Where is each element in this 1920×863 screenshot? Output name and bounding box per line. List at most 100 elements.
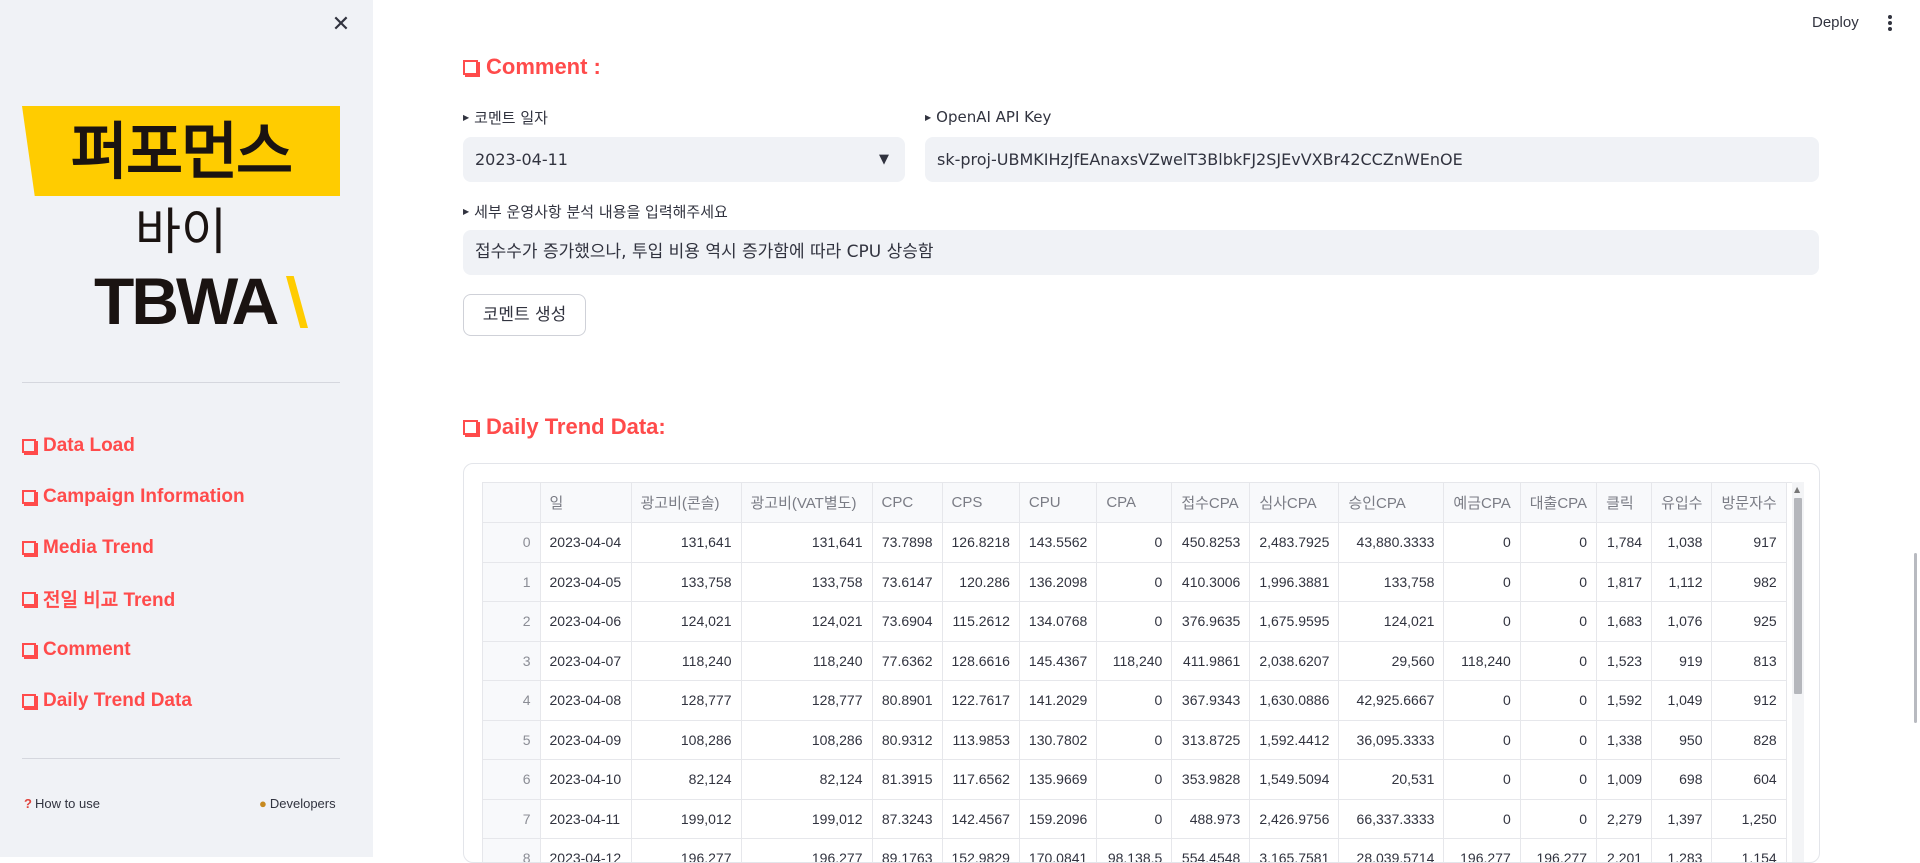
table-cell[interactable]: 411.9861 (1172, 641, 1250, 681)
table-cell[interactable]: 950 (1652, 720, 1712, 760)
table-cell[interactable]: 0 (1520, 641, 1596, 681)
table-cell[interactable]: 0 (1520, 523, 1596, 563)
table-cell[interactable]: 133,758 (741, 562, 872, 602)
table-cell[interactable]: 89.1763 (872, 839, 942, 863)
table-cell[interactable]: 0 (1097, 681, 1172, 721)
table-cell[interactable]: 141.2029 (1019, 681, 1096, 721)
table-row[interactable]: 22023-04-06124,021124,02173.6904115.2612… (483, 602, 1786, 642)
table-cell[interactable]: 1,592 (1597, 681, 1652, 721)
table-cell[interactable]: 353.9828 (1172, 760, 1250, 800)
table-cell[interactable]: 1,683 (1597, 602, 1652, 642)
table-cell[interactable]: 118,240 (1444, 641, 1520, 681)
table-cell[interactable]: 1,038 (1652, 523, 1712, 563)
table-cell[interactable]: 128,777 (741, 681, 872, 721)
table-cell[interactable]: 1,154 (1712, 839, 1786, 863)
table-cell[interactable]: 170.0841 (1019, 839, 1096, 863)
table-cell[interactable]: 1,523 (1597, 641, 1652, 681)
table-column-header[interactable]: 일 (540, 483, 631, 523)
table-column-header[interactable]: 광고비(콘솔) (631, 483, 741, 523)
table-cell[interactable]: 0 (1444, 602, 1520, 642)
table-cell[interactable]: 43,880.3333 (1339, 523, 1444, 563)
table-cell[interactable]: 1,549.5094 (1250, 760, 1339, 800)
table-cell[interactable]: 36,095.3333 (1339, 720, 1444, 760)
sidebar-item-daily-trend-data[interactable]: Daily Trend Data (22, 675, 352, 726)
table-cell[interactable]: 0 (1097, 602, 1172, 642)
table-cell[interactable]: 80.9312 (872, 720, 942, 760)
table-cell[interactable]: 87.3243 (872, 799, 942, 839)
table-cell[interactable]: 0 (1520, 681, 1596, 721)
sidebar-item-data-load[interactable]: Data Load (22, 420, 352, 471)
table-cell[interactable]: 2023-04-07 (540, 641, 631, 681)
table-column-header[interactable]: CPC (872, 483, 942, 523)
table-cell[interactable]: 488.973 (1172, 799, 1250, 839)
table-cell[interactable]: 82,124 (631, 760, 741, 800)
table-cell[interactable]: 73.6904 (872, 602, 942, 642)
api-key-input[interactable]: sk-proj-UBMKIHzJfEAnaxsVZwelT3BlbkFJ2SJE… (925, 137, 1819, 182)
table-row[interactable]: 82023-04-12196,277196,27789.1763152.9829… (483, 839, 1786, 863)
table-cell[interactable]: 159.2096 (1019, 799, 1096, 839)
row-index-cell[interactable]: 3 (483, 641, 540, 681)
table-cell[interactable]: 196,277 (1444, 839, 1520, 863)
table-cell[interactable]: 828 (1712, 720, 1786, 760)
table-cell[interactable]: 0 (1444, 562, 1520, 602)
row-index-cell[interactable]: 5 (483, 720, 540, 760)
row-index-cell[interactable]: 1 (483, 562, 540, 602)
table-cell[interactable]: 2,279 (1597, 799, 1652, 839)
table-cell[interactable]: 0 (1520, 720, 1596, 760)
table-column-header[interactable]: 대출CPA (1520, 483, 1596, 523)
table-cell[interactable]: 113.9853 (942, 720, 1019, 760)
table-cell[interactable]: 152.9829 (942, 839, 1019, 863)
row-index-cell[interactable]: 7 (483, 799, 540, 839)
table-cell[interactable]: 128.6616 (942, 641, 1019, 681)
table-cell[interactable]: 698 (1652, 760, 1712, 800)
table-cell[interactable]: 982 (1712, 562, 1786, 602)
table-column-header[interactable]: CPS (942, 483, 1019, 523)
table-cell[interactable]: 80.8901 (872, 681, 942, 721)
sidebar-item-campaign-information[interactable]: Campaign Information (22, 471, 352, 522)
table-cell[interactable]: 128,777 (631, 681, 741, 721)
row-index-cell[interactable]: 2 (483, 602, 540, 642)
table-cell[interactable]: 0 (1520, 602, 1596, 642)
table-cell[interactable]: 0 (1097, 799, 1172, 839)
table-cell[interactable]: 0 (1444, 681, 1520, 721)
table-cell[interactable]: 196,277 (631, 839, 741, 863)
table-cell[interactable]: 145.4367 (1019, 641, 1096, 681)
table-cell[interactable]: 0 (1097, 760, 1172, 800)
table-cell[interactable]: 120.286 (942, 562, 1019, 602)
table-cell[interactable]: 0 (1520, 562, 1596, 602)
table-cell[interactable]: 133,758 (1339, 562, 1444, 602)
table-cell[interactable]: 2023-04-05 (540, 562, 631, 602)
row-index-cell[interactable]: 8 (483, 839, 540, 863)
table-column-header[interactable]: CPA (1097, 483, 1172, 523)
table-scrollbar[interactable]: ▲ (1792, 482, 1804, 863)
row-index-cell[interactable]: 6 (483, 760, 540, 800)
developers-link[interactable]: ●Developers (259, 796, 336, 811)
table-cell[interactable]: 98,138.5 (1097, 839, 1172, 863)
table-cell[interactable]: 1,338 (1597, 720, 1652, 760)
table-cell[interactable]: 1,283 (1652, 839, 1712, 863)
table-cell[interactable]: 2023-04-12 (540, 839, 631, 863)
table-cell[interactable]: 108,286 (631, 720, 741, 760)
row-index-cell[interactable]: 0 (483, 523, 540, 563)
table-cell[interactable]: 73.6147 (872, 562, 942, 602)
table-cell[interactable]: 135.9669 (1019, 760, 1096, 800)
table-cell[interactable]: 118,240 (631, 641, 741, 681)
table-column-header[interactable]: 접수CPA (1172, 483, 1250, 523)
generate-comment-button[interactable]: 코멘트 생성 (463, 294, 586, 336)
table-cell[interactable]: 77.6362 (872, 641, 942, 681)
table-row[interactable]: 62023-04-1082,12482,12481.3915117.656213… (483, 760, 1786, 800)
table-cell[interactable]: 917 (1712, 523, 1786, 563)
table-cell[interactable]: 29,560 (1339, 641, 1444, 681)
table-column-header[interactable]: 승인CPA (1339, 483, 1444, 523)
table-cell[interactable]: 142.4567 (942, 799, 1019, 839)
table-column-header[interactable]: 방문자수 (1712, 483, 1786, 523)
table-cell[interactable]: 2023-04-09 (540, 720, 631, 760)
table-row[interactable]: 02023-04-04131,641131,64173.7898126.8218… (483, 523, 1786, 563)
table-cell[interactable]: 20,531 (1339, 760, 1444, 800)
kebab-menu-icon[interactable] (1882, 10, 1898, 36)
table-column-header[interactable]: 유입수 (1652, 483, 1712, 523)
table-cell[interactable]: 131,641 (631, 523, 741, 563)
table-cell[interactable]: 199,012 (741, 799, 872, 839)
comment-date-select[interactable]: 2023-04-11▼ (463, 137, 905, 182)
table-cell[interactable]: 143.5562 (1019, 523, 1096, 563)
